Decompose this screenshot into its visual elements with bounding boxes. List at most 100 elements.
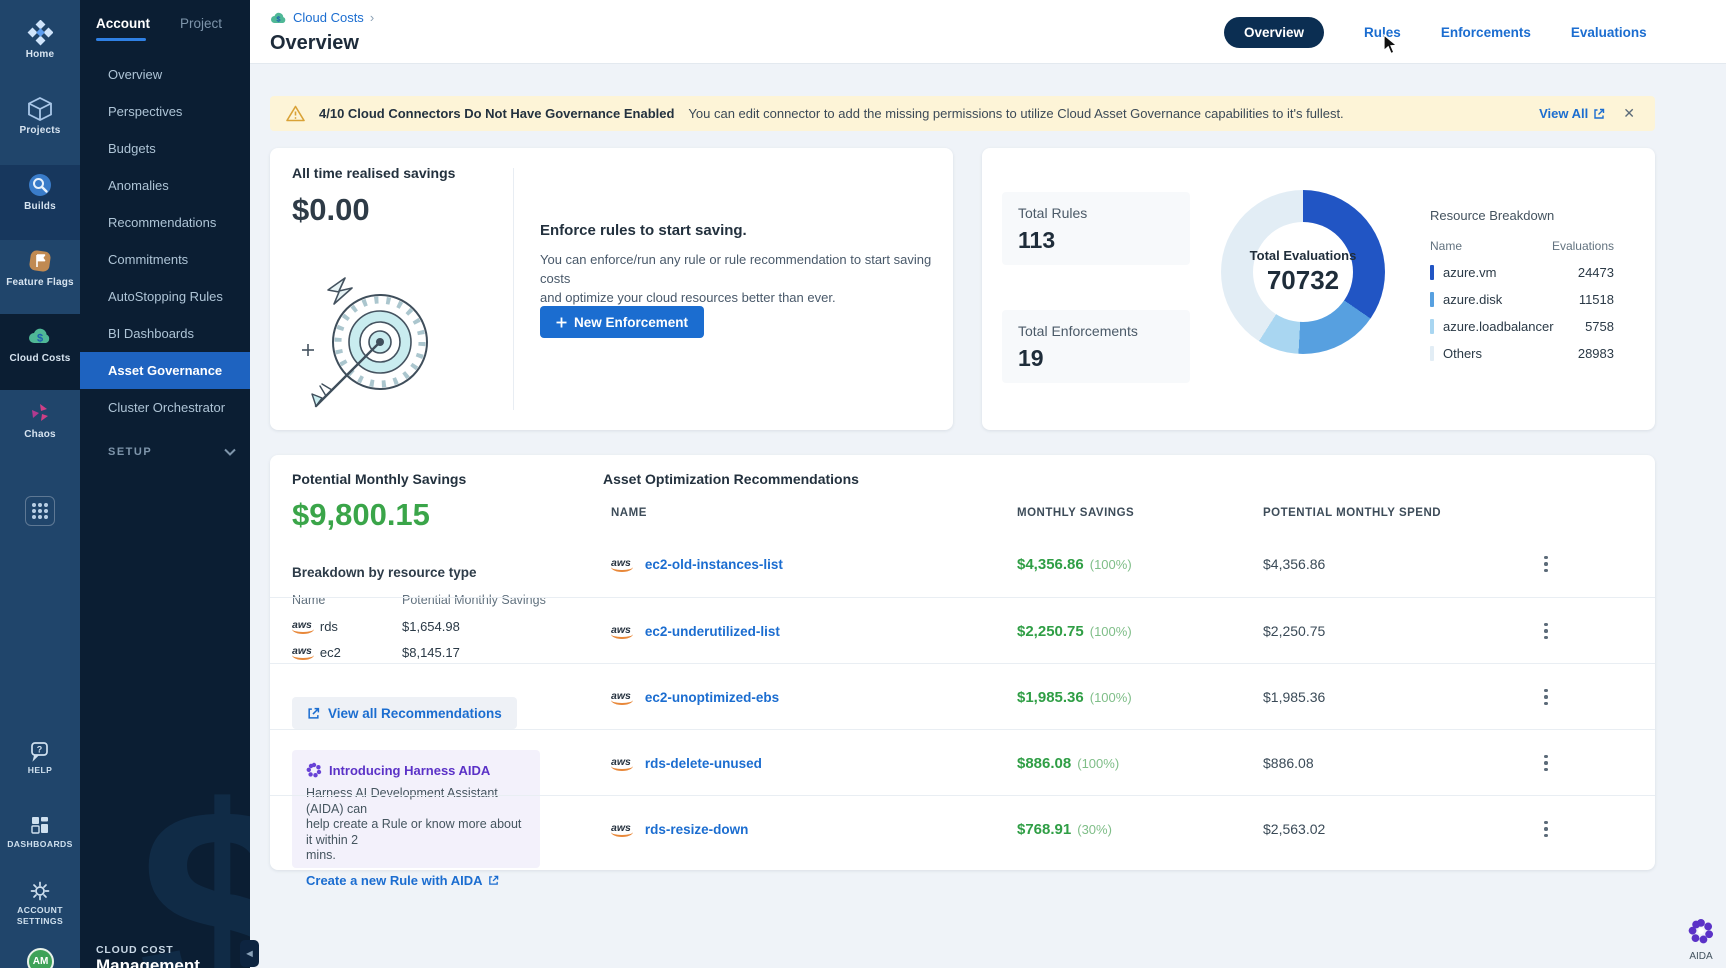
sidebar-item-cluster-orchestrator[interactable]: Cluster Orchestrator	[80, 389, 250, 426]
legend-row: Others 28983	[1430, 346, 1614, 361]
governance-warning-banner: 4/10 Cloud Connectors Do Not Have Govern…	[270, 96, 1655, 131]
col-header-monthly-savings: MONTHLY SAVINGS	[1017, 507, 1134, 519]
aws-icon: aws	[611, 690, 631, 705]
sidebar-item-recommendations[interactable]: Recommendations	[80, 204, 250, 241]
savings-value: $768.91	[1017, 821, 1071, 838]
sidebar-item-budgets[interactable]: Budgets	[80, 130, 250, 167]
aida-create-rule-link[interactable]: Create a new Rule with AIDA	[306, 873, 526, 888]
nav-enforcements[interactable]: Enforcements	[1441, 25, 1531, 40]
legend-row: azure.disk 11518	[1430, 292, 1614, 307]
legend-swatch	[1430, 346, 1434, 361]
aws-icon: aws	[611, 756, 631, 771]
rail-item-chaos[interactable]: Chaos	[0, 400, 80, 440]
sidebar-item-bi-dashboards[interactable]: BI Dashboards	[80, 315, 250, 352]
aida-fab-button[interactable]: AIDA	[1678, 918, 1724, 962]
legend-value: 24473	[1578, 265, 1614, 280]
legend-value: 28983	[1578, 346, 1614, 361]
recommendations-table: awsec2-old-instances-list$4,356.86(100%)…	[270, 531, 1655, 861]
banner-view-all-link[interactable]: View All	[1539, 106, 1605, 121]
tab-project[interactable]: Project	[180, 16, 222, 31]
recommendation-link[interactable]: ec2-unoptimized-ebs	[645, 690, 779, 705]
legend-value: 11518	[1579, 292, 1614, 307]
rail-item-builds[interactable]: Builds	[0, 172, 80, 212]
rail-item-account-settings[interactable]: ACCOUNT SETTINGS	[0, 880, 80, 927]
external-link-icon	[1593, 108, 1605, 120]
potential-spend-cell: $886.08	[1263, 730, 1314, 796]
rail-item-projects[interactable]: Projects	[0, 96, 80, 136]
cloud-costs-icon: $	[27, 324, 53, 350]
banner-close-icon[interactable]: ✕	[1619, 103, 1639, 124]
new-enforcement-button[interactable]: New Enforcement	[540, 306, 704, 338]
nav-overview[interactable]: Overview	[1224, 17, 1324, 48]
legend-value: 5758	[1585, 319, 1614, 334]
breadcrumb: $ Cloud Costs ›	[270, 10, 374, 25]
plus-icon	[556, 317, 567, 328]
sidebar-item-perspectives[interactable]: Perspectives	[80, 93, 250, 130]
savings-percent: (100%)	[1077, 756, 1119, 771]
donut-total-value: 70732	[1267, 265, 1339, 296]
row-menu-button[interactable]	[1532, 813, 1560, 845]
card-divider	[513, 168, 514, 410]
tab-account[interactable]: Account	[96, 16, 150, 31]
savings-percent: (100%)	[1090, 624, 1132, 639]
nav-evaluations[interactable]: Evaluations	[1571, 25, 1647, 40]
recommendation-name-cell: aws rds-delete-unused	[611, 730, 762, 796]
legend-name: azure.disk	[1443, 292, 1502, 307]
sidebar-item-asset-governance[interactable]: Asset Governance	[80, 352, 250, 389]
realised-savings-title: All time realised savings	[292, 165, 455, 181]
rail-item-feature-flags[interactable]: Feature Flags	[0, 248, 80, 288]
row-menu-button[interactable]	[1532, 747, 1560, 779]
recommendation-name-cell: awsec2-underutilized-list	[611, 598, 780, 664]
banner-view-all-label: View All	[1539, 106, 1588, 121]
rail-item-label: Projects	[0, 125, 80, 136]
realised-savings-amount: $0.00	[292, 192, 370, 228]
svg-text:$: $	[37, 333, 43, 345]
savings-percent: (100%)	[1090, 690, 1132, 705]
recommendation-link[interactable]: rds-resize-down	[645, 822, 749, 837]
rail-item-home[interactable]: Home	[0, 20, 80, 60]
rail-item-label: Feature Flags	[0, 277, 80, 288]
savings-value: $886.08	[1017, 755, 1071, 772]
row-menu-button[interactable]	[1532, 615, 1560, 647]
user-avatar[interactable]: AM	[27, 948, 54, 968]
row-menu-button[interactable]	[1532, 548, 1560, 580]
savings-percent: (100%)	[1090, 557, 1132, 572]
module-picker-button[interactable]	[25, 496, 55, 526]
sidebar-item-anomalies[interactable]: Anomalies	[80, 167, 250, 204]
sidebar-item-commitments[interactable]: Commitments	[80, 241, 250, 278]
recommendation-name-cell: aws ec2-unoptimized-ebs	[611, 664, 779, 730]
legend-row: azure.vm24473	[1430, 265, 1614, 280]
cloud-costs-sidebar: Account Project OverviewPerspectivesBudg…	[80, 0, 250, 968]
active-tab-underline	[96, 38, 146, 41]
rail-item-cloud-costs[interactable]: $ Cloud Costs	[0, 324, 80, 364]
legend-name: Others	[1443, 346, 1482, 361]
help-chat-icon: ?	[29, 740, 51, 762]
row-menu-button[interactable]	[1532, 681, 1560, 713]
grid-icon	[32, 503, 48, 519]
page-content: 4/10 Cloud Connectors Do Not Have Govern…	[250, 64, 1726, 968]
monthly-savings-cell: $2,250.75(100%)	[1017, 598, 1132, 664]
potential-savings-title: Potential Monthly Savings	[292, 471, 466, 487]
total-rules-stat: Total Rules 113	[1002, 192, 1190, 265]
rail-item-label: Builds	[0, 201, 80, 212]
external-link-icon	[488, 875, 499, 886]
legend-swatch	[1430, 319, 1434, 334]
feature-flags-icon	[27, 248, 53, 274]
sidebar-setup-toggle[interactable]: SETUP	[80, 446, 250, 458]
recommendation-link[interactable]: ec2-underutilized-list	[645, 624, 780, 639]
sidebar-item-overview[interactable]: Overview	[80, 56, 250, 93]
nav-rules[interactable]: Rules	[1364, 25, 1401, 40]
recommendation-name-cell: awsrds-resize-down	[611, 796, 748, 862]
legend-swatch	[1430, 265, 1434, 280]
setup-label: SETUP	[108, 446, 152, 458]
sidebar-item-autostopping-rules[interactable]: AutoStopping Rules	[80, 278, 250, 315]
rail-item-dashboards[interactable]: DASHBOARDS	[0, 814, 80, 849]
table-row: aws rds-delete-unused $886.08 (100%) $886.08	[270, 729, 1655, 795]
recommendation-link[interactable]: ec2-old-instances-list	[645, 557, 783, 572]
total-enforcements-stat: Total Enforcements 19	[1002, 310, 1190, 383]
recommendation-link[interactable]: rds-delete-unused	[645, 756, 762, 771]
legend-row: azure.loadbalancer5758	[1430, 319, 1614, 334]
breadcrumb-link[interactable]: Cloud Costs	[293, 10, 364, 25]
sidebar-collapse-handle[interactable]: ◄	[240, 940, 259, 967]
rail-item-help[interactable]: ? HELP	[0, 740, 80, 775]
